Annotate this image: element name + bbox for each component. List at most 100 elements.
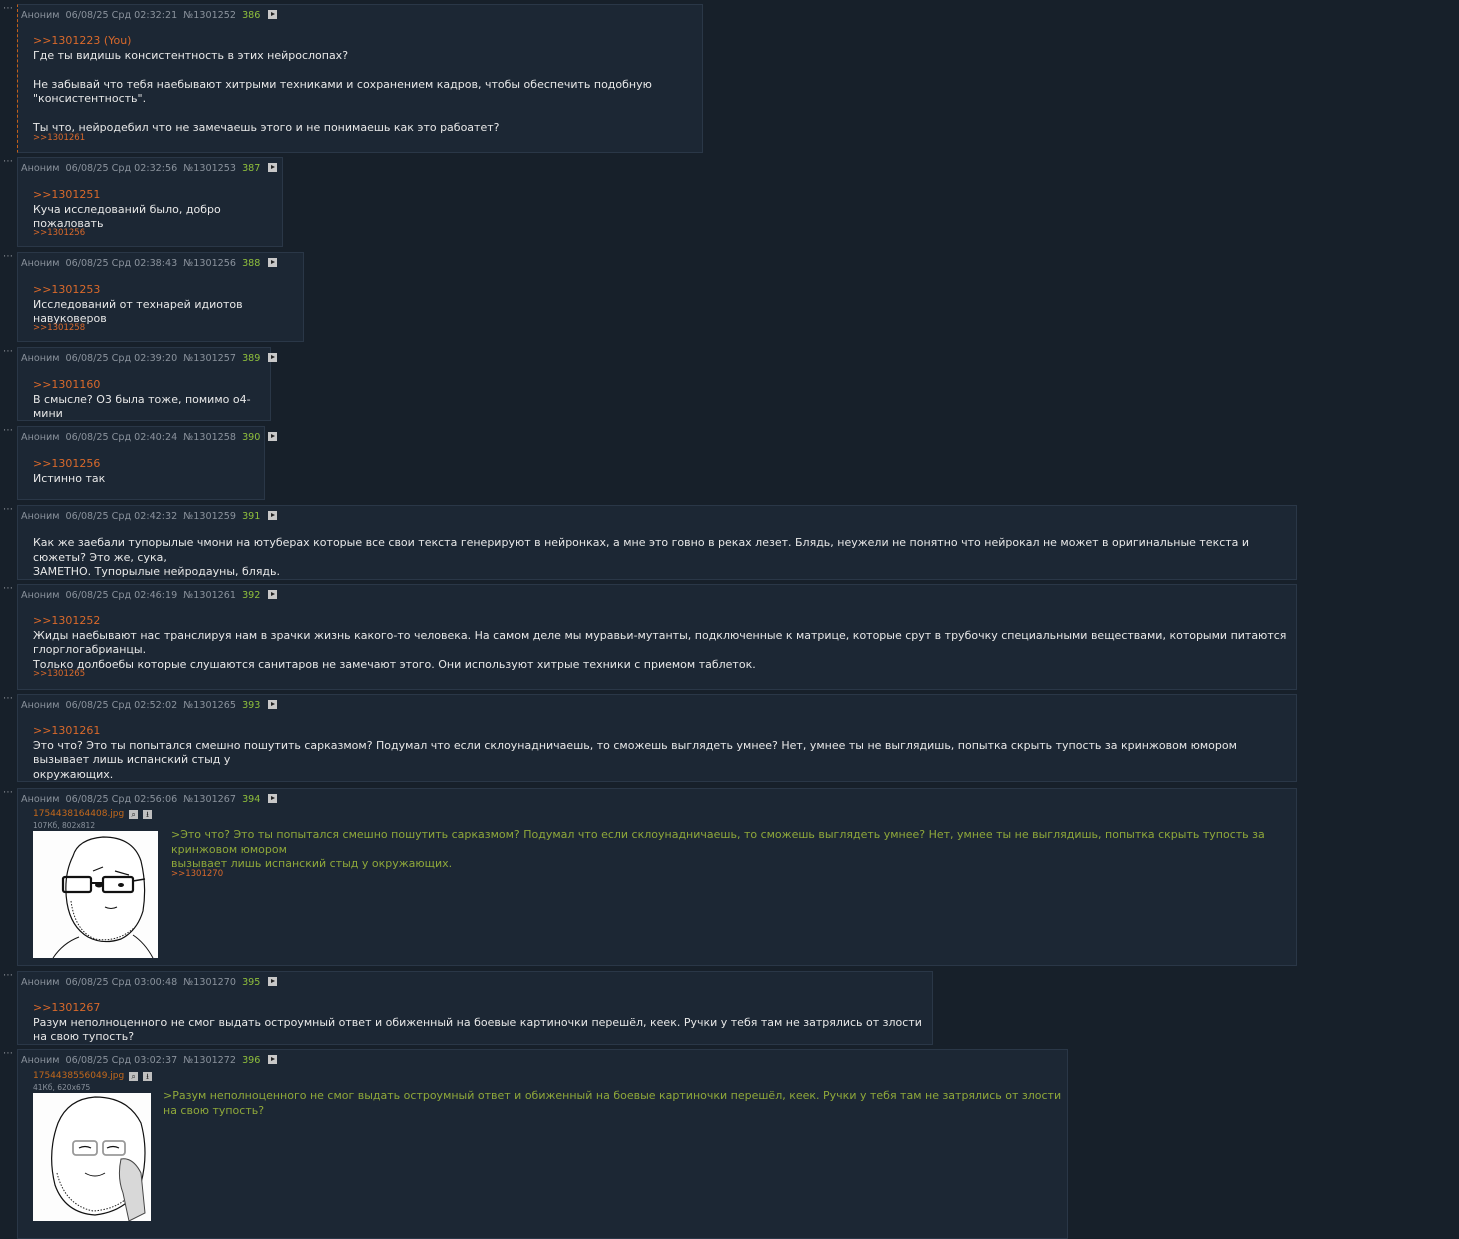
- post-header: Аноним 06/08/25 Срд 02:46:19 №1301261 39…: [21, 590, 280, 601]
- post-image[interactable]: [33, 1093, 151, 1221]
- post-number[interactable]: №1301258: [183, 432, 236, 443]
- post-text: В смысле? О3 была тоже, помимо о4-мини: [33, 392, 251, 421]
- reply-link[interactable]: >>1301253: [33, 283, 303, 298]
- post-text: Истинно так: [33, 471, 106, 485]
- ellipsis-icon[interactable]: ⋯: [3, 583, 13, 594]
- post-author: Аноним: [21, 977, 60, 988]
- ellipsis-icon[interactable]: ⋯: [3, 251, 13, 262]
- post-author: Аноним: [21, 163, 60, 174]
- post-number[interactable]: №1301270: [183, 977, 236, 988]
- file-name-link[interactable]: 1754438164408.jpg: [33, 809, 124, 819]
- play-icon[interactable]: [268, 794, 278, 803]
- play-icon[interactable]: [268, 511, 278, 520]
- post-number[interactable]: №1301259: [183, 511, 236, 522]
- post-number[interactable]: №1301265: [183, 700, 236, 711]
- post-body: >>1301223 (You) Где ты видишь консистент…: [33, 34, 702, 136]
- post-body: Как же заебали тупорылые чмони на ютубер…: [33, 536, 1296, 580]
- reply-link[interactable]: >>1301223 (You): [33, 34, 702, 49]
- backref-link[interactable]: >>1301256: [33, 228, 85, 238]
- file-info: 1754438556049.jpg ⌕ ⭳: [33, 1071, 152, 1081]
- play-icon[interactable]: [268, 258, 278, 267]
- ellipsis-icon[interactable]: ⋯: [3, 425, 13, 436]
- post-number[interactable]: №1301261: [183, 590, 236, 601]
- post-author: Аноним: [21, 353, 60, 364]
- wojak-smug-image: [51, 1096, 146, 1221]
- post-date: 06/08/25 Срд 02:46:19: [65, 590, 178, 601]
- post-text: Не забывай что тебя наебывают хитрыми те…: [33, 77, 652, 106]
- ellipsis-icon[interactable]: ⋯: [3, 787, 13, 798]
- post: Аноним 06/08/25 Срд 02:46:19 №1301261 39…: [17, 584, 1297, 690]
- backref-link[interactable]: >>1301258: [33, 323, 85, 333]
- post-text: Как же заебали тупорылые чмони на ютубер…: [33, 536, 1250, 564]
- ellipsis-icon[interactable]: ⋯: [3, 970, 13, 981]
- post-header: Аноним 06/08/25 Срд 02:42:32 №1301259 39…: [21, 511, 280, 522]
- post-index: 389: [242, 353, 261, 364]
- post-date: 06/08/25 Срд 02:56:06: [65, 794, 178, 805]
- post-date: 06/08/25 Срд 02:40:24: [65, 432, 178, 443]
- post-number[interactable]: №1301252: [183, 10, 236, 21]
- reply-link[interactable]: >>1301160: [33, 378, 270, 393]
- file-name-link[interactable]: 1754438556049.jpg: [33, 1071, 124, 1081]
- play-icon[interactable]: [268, 10, 278, 19]
- post: Аноним 06/08/25 Срд 02:39:20 №1301257 38…: [17, 347, 278, 421]
- post-number[interactable]: №1301253: [183, 163, 236, 174]
- post-date: 06/08/25 Срд 02:39:20: [65, 353, 178, 364]
- post-header: Аноним 06/08/25 Срд 02:40:24 №1301258 39…: [21, 432, 280, 443]
- reply-link[interactable]: >>1301256: [33, 457, 105, 472]
- ellipsis-icon[interactable]: ⋯: [3, 504, 13, 515]
- ellipsis-icon[interactable]: ⋯: [3, 693, 13, 704]
- ellipsis-icon[interactable]: ⋯: [3, 1048, 13, 1059]
- play-icon[interactable]: [268, 163, 278, 172]
- post-author: Аноним: [21, 258, 60, 269]
- post-date: 06/08/25 Срд 02:32:56: [65, 163, 178, 174]
- post-body: >>1301267 Разум неполноценного не смог в…: [33, 1001, 932, 1045]
- post-text: Это что? Это ты попытался смешно пошутит…: [33, 738, 1237, 767]
- reply-link[interactable]: >>1301252: [33, 614, 1296, 629]
- play-icon[interactable]: [268, 1055, 278, 1064]
- download-icon[interactable]: ⭳: [142, 810, 152, 819]
- search-icon[interactable]: ⌕: [129, 1072, 139, 1081]
- ellipsis-icon[interactable]: ⋯: [3, 156, 13, 167]
- post: Аноним 06/08/25 Срд 02:56:06 №1301267 39…: [17, 788, 1297, 966]
- play-icon[interactable]: [268, 700, 278, 709]
- play-icon[interactable]: [268, 590, 278, 599]
- post-body: >>1301252 Жиды наебывают нас транслируя …: [33, 614, 1296, 672]
- ellipsis-icon[interactable]: ⋯: [3, 346, 13, 357]
- backref-link[interactable]: >>1301265: [33, 669, 85, 679]
- file-meta: 107Кб, 802x812: [33, 821, 96, 830]
- post-index: 393: [242, 700, 261, 711]
- search-icon[interactable]: ⌕: [129, 810, 139, 819]
- greentext: >Это что? Это ты попытался смешно пошути…: [171, 828, 1296, 872]
- play-icon[interactable]: [268, 977, 278, 986]
- post-author: Аноним: [21, 1055, 60, 1066]
- post-number[interactable]: №1301257: [183, 353, 236, 364]
- post-author: Аноним: [21, 794, 60, 805]
- download-icon[interactable]: ⭳: [142, 1072, 152, 1081]
- quote-line: вызывает лишь испанский стыд у окружающи…: [171, 857, 453, 870]
- post-index: 387: [242, 163, 261, 174]
- post-number[interactable]: №1301272: [183, 1055, 236, 1066]
- post: Аноним 06/08/25 Срд 03:02:37 №1301272 39…: [17, 1049, 1068, 1239]
- post: Аноним 06/08/25 Срд 02:32:56 №1301253 38…: [17, 157, 283, 247]
- backref-link[interactable]: >>1301261: [33, 133, 85, 143]
- post-header: Аноним 06/08/25 Срд 02:52:02 №1301265 39…: [21, 700, 280, 711]
- post-header: Аноним 06/08/25 Срд 02:38:43 №1301256 38…: [21, 258, 280, 269]
- reply-link[interactable]: >>1301251: [33, 188, 282, 203]
- reply-link[interactable]: >>1301261: [33, 724, 1296, 739]
- ellipsis-icon[interactable]: ⋯: [3, 3, 13, 14]
- post-image[interactable]: [33, 831, 158, 958]
- post-text: окружающих.: [33, 767, 114, 781]
- reply-link[interactable]: >>1301267: [33, 1001, 932, 1016]
- post-body: >>1301261 Это что? Это ты попытался смеш…: [33, 724, 1296, 782]
- post-number[interactable]: №1301267: [183, 794, 236, 805]
- play-icon[interactable]: [268, 353, 278, 362]
- greentext: >Разум неполноценного не смог выдать ост…: [163, 1089, 1067, 1118]
- post-author: Аноним: [21, 700, 60, 711]
- post-body: >>1301256 Истинно так: [33, 457, 105, 486]
- backref-link[interactable]: >>1301270: [171, 869, 223, 879]
- post-index: 390: [242, 432, 261, 443]
- post-number[interactable]: №1301256: [183, 258, 236, 269]
- wojak-glasses-image: [52, 836, 154, 958]
- post-index: 394: [242, 794, 261, 805]
- play-icon[interactable]: [268, 432, 278, 441]
